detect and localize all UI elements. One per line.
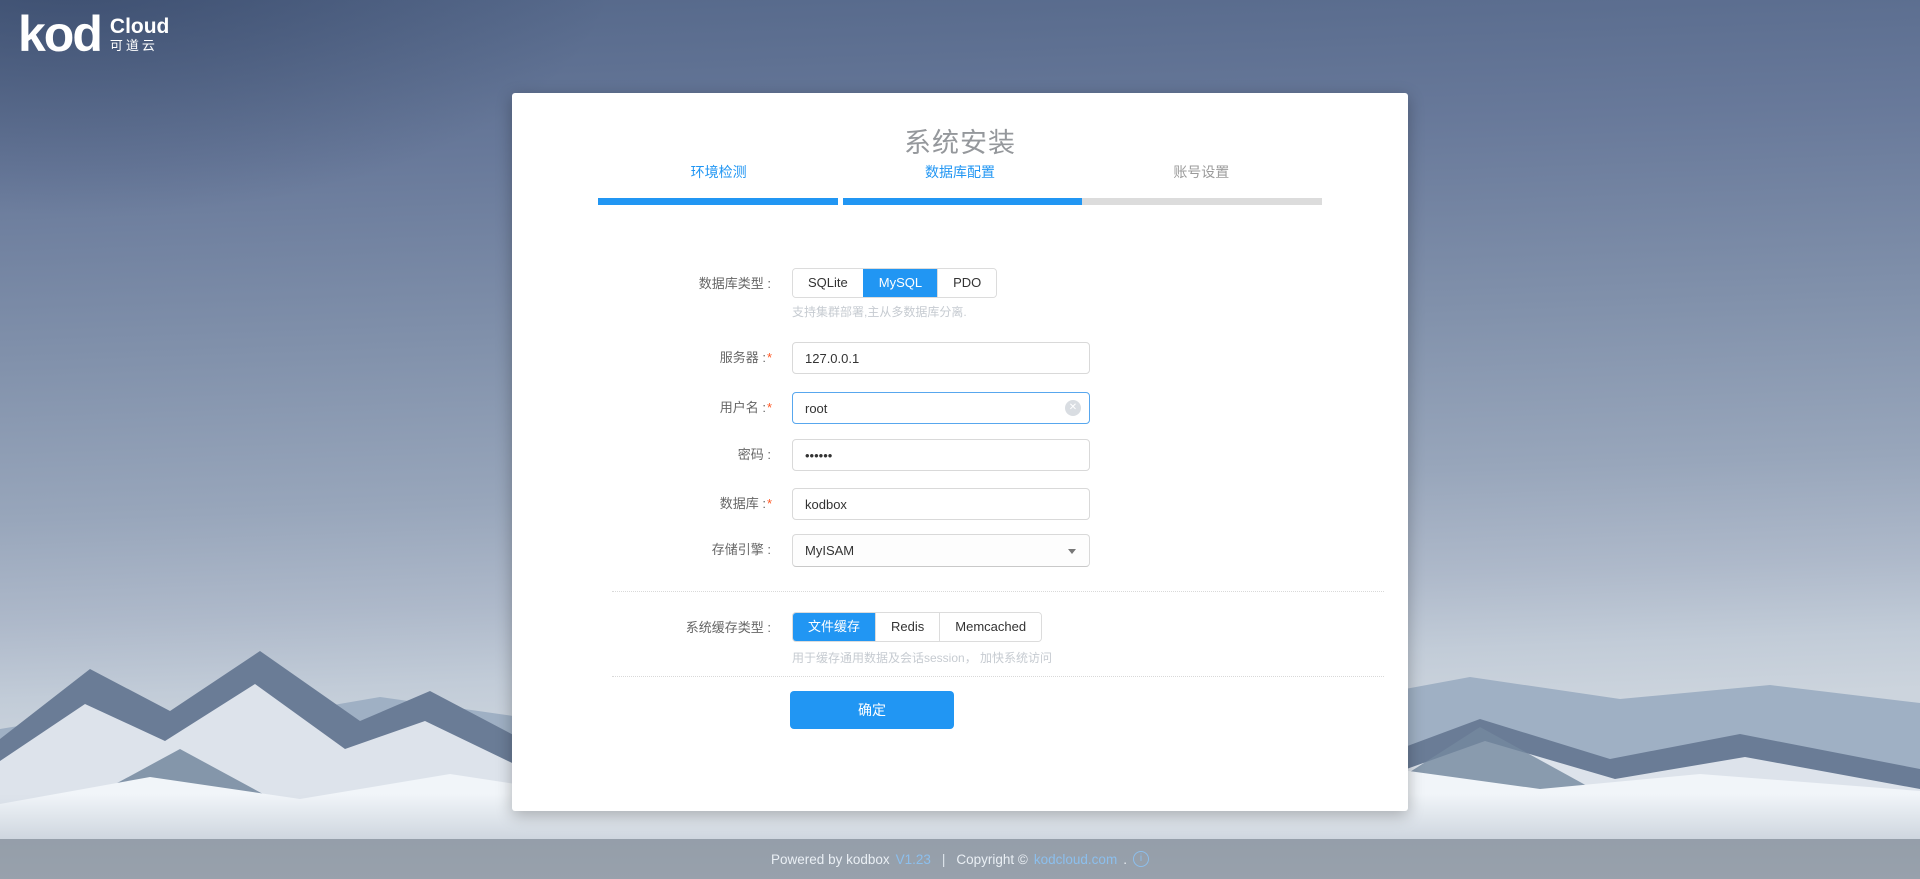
cache-type-label-text: 系统缓存类型 : [686, 620, 771, 635]
db-type-label: 数据库类型 : [512, 268, 772, 300]
db-type-row: 数据库类型 : SQLite MySQL PDO [512, 268, 1408, 300]
server-required-mark: * [767, 350, 772, 365]
password-input[interactable] [792, 439, 1090, 471]
engine-row: 存储引擎 : MyISAM [512, 534, 1408, 567]
database-required-mark: * [767, 496, 772, 511]
tab-env-check[interactable]: 环境检测 [598, 162, 839, 182]
password-label: 密码 : [512, 439, 772, 471]
username-input[interactable] [792, 392, 1090, 424]
engine-label-text: 存储引擎 : [712, 542, 771, 557]
database-input[interactable] [792, 488, 1090, 520]
password-row: 密码 : [512, 439, 1408, 471]
powered-by-text: Powered by kodbox [771, 852, 890, 867]
footer-bar: Powered by kodbox V1.23 | Copyright © ko… [0, 839, 1920, 879]
database-label: 数据库 :* [512, 488, 772, 520]
confirm-button[interactable]: 确定 [790, 691, 954, 729]
footer-separator: | [942, 852, 946, 867]
clear-input-icon[interactable]: ✕ [1065, 400, 1081, 416]
progress-segment-active [843, 198, 1083, 205]
db-type-option-pdo[interactable]: PDO [937, 269, 996, 297]
cache-type-label: 系统缓存类型 : [512, 612, 772, 644]
kodcloud-logo: kod Cloud 可道云 [18, 8, 169, 60]
copyright-text: Copyright © [956, 852, 1027, 867]
page-title: 系统安装 [512, 121, 1408, 160]
cache-type-row: 系统缓存类型 : 文件缓存 Redis Memcached [512, 612, 1408, 644]
username-required-mark: * [767, 400, 772, 415]
server-input[interactable] [792, 342, 1090, 374]
database-row: 数据库 :* [512, 488, 1408, 520]
password-label-text: 密码 : [738, 447, 771, 462]
wizard-progress-bar [598, 198, 1322, 205]
divider-dotted-bottom [612, 676, 1384, 677]
db-type-option-sqlite[interactable]: SQLite [793, 269, 863, 297]
username-label-text: 用户名 : [720, 400, 766, 415]
tab-db-config[interactable]: 数据库配置 [839, 162, 1080, 182]
server-label-text: 服务器 : [720, 350, 766, 365]
tab-account[interactable]: 账号设置 [1081, 162, 1322, 182]
progress-segment-pending [1082, 198, 1322, 205]
footer-period: . [1123, 852, 1127, 867]
server-label: 服务器 :* [512, 342, 772, 374]
db-type-option-mysql[interactable]: MySQL [863, 269, 937, 297]
db-type-helper-text: 支持集群部署,主从多数据库分离. [792, 303, 967, 320]
engine-selected-value: MyISAM [805, 543, 854, 558]
db-type-segmented-control: SQLite MySQL PDO [792, 268, 997, 298]
username-row: 用户名 :* ✕ [512, 392, 1408, 424]
install-dialog: 系统安装 环境检测 数据库配置 账号设置 数据库类型 : SQLite MySQ… [512, 93, 1408, 811]
engine-label: 存储引擎 : [512, 534, 772, 567]
engine-select[interactable]: MyISAM [792, 534, 1090, 567]
wizard-steps: 环境检测 数据库配置 账号设置 [598, 162, 1322, 182]
server-row: 服务器 :* [512, 342, 1408, 374]
db-type-label-text: 数据库类型 : [699, 276, 771, 291]
info-icon[interactable]: i [1133, 851, 1149, 867]
cache-option-redis[interactable]: Redis [875, 613, 939, 641]
logo-brand-text: kod [18, 8, 101, 60]
cache-option-memcached[interactable]: Memcached [939, 613, 1041, 641]
username-label: 用户名 :* [512, 392, 772, 424]
logo-product-name-cn: 可道云 [110, 38, 169, 54]
cache-helper-text: 用于缓存通用数据及会话session， 加快系统访问 [792, 649, 1052, 666]
progress-segment-done [598, 198, 838, 205]
version-link[interactable]: V1.23 [896, 852, 931, 867]
database-label-text: 数据库 : [720, 496, 766, 511]
logo-product-name: Cloud [110, 15, 169, 38]
chevron-down-icon [1068, 549, 1076, 554]
cache-type-segmented-control: 文件缓存 Redis Memcached [792, 612, 1042, 642]
cache-option-file[interactable]: 文件缓存 [793, 613, 875, 641]
kodcloud-link[interactable]: kodcloud.com [1034, 852, 1117, 867]
divider-dotted-top [612, 591, 1384, 592]
